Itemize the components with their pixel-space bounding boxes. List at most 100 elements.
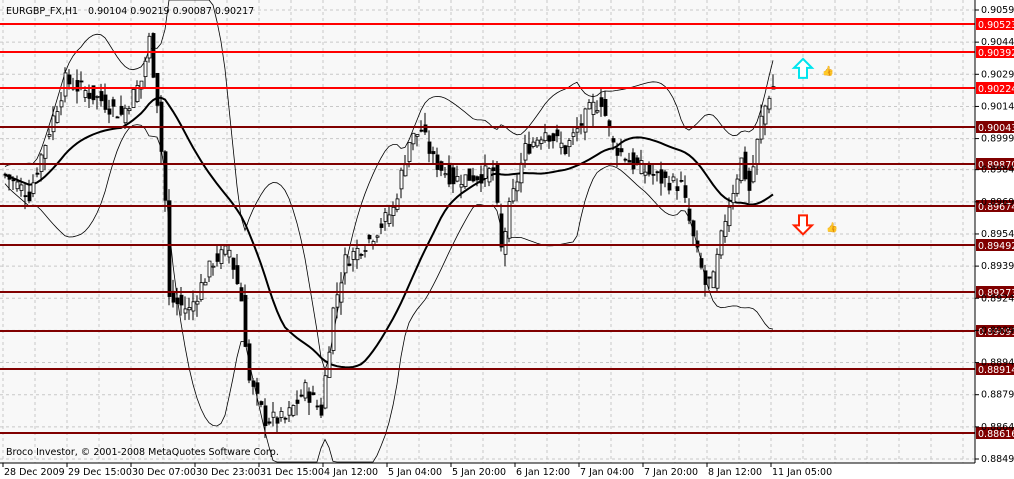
- candle: [335, 294, 340, 308]
- candle: [247, 343, 252, 381]
- candle: [735, 178, 740, 194]
- candle: [267, 421, 272, 424]
- candle: [707, 276, 712, 279]
- candle: [691, 220, 696, 237]
- time-tick-label: 7 Jan 04:00: [580, 467, 634, 478]
- time-tick-label: 4 Jan 12:00: [324, 467, 378, 478]
- candle: [99, 91, 104, 102]
- candle: [31, 182, 36, 194]
- candle: [667, 182, 672, 191]
- candle: [603, 99, 608, 116]
- candle: [231, 257, 236, 270]
- candle: [483, 165, 488, 179]
- candle: [259, 401, 264, 405]
- candle: [403, 164, 408, 177]
- candle: [227, 249, 232, 258]
- time-tick-label: 8 Jan 12:00: [708, 467, 762, 478]
- candle: [723, 221, 728, 237]
- candle: [531, 141, 536, 147]
- candle: [3, 173, 8, 176]
- candle: [659, 169, 664, 184]
- candle: [747, 170, 752, 191]
- candle: [683, 185, 688, 198]
- candle: [519, 162, 524, 184]
- candle: [503, 231, 508, 255]
- candle: [699, 258, 704, 268]
- candle: [543, 132, 548, 142]
- candle: [635, 157, 640, 165]
- candle: [591, 101, 596, 115]
- candle: [347, 263, 352, 266]
- candle: [551, 133, 556, 142]
- candle: [615, 147, 620, 156]
- candle: [539, 139, 544, 144]
- candle: [203, 281, 208, 286]
- candle: [47, 134, 52, 137]
- candle: [575, 128, 580, 133]
- time-tick-label: 28 Dec 2009: [4, 467, 65, 478]
- candle: [395, 198, 400, 210]
- candle: [327, 351, 332, 378]
- candle: [367, 234, 372, 240]
- candle: [251, 380, 256, 387]
- candle: [127, 108, 132, 112]
- price-tick-label: 0.89395: [981, 261, 1014, 272]
- candle: [579, 123, 584, 126]
- candle: [299, 394, 304, 397]
- candle: [111, 99, 116, 107]
- price-tick-label: 0.88795: [981, 390, 1014, 401]
- candle: [547, 135, 552, 142]
- candle: [107, 108, 112, 115]
- candle: [619, 148, 624, 153]
- candle: [671, 176, 676, 182]
- candle: [95, 96, 100, 98]
- candle: [399, 169, 404, 190]
- candle: [651, 173, 656, 176]
- candle: [115, 116, 120, 119]
- time-axis: 28 Dec 2009 29 Dec 15:00 30 Dec 07:00 30 De…: [2, 463, 832, 478]
- time-tick-label: 5 Jan 04:00: [388, 467, 442, 478]
- candle: [427, 141, 432, 154]
- candle: [527, 143, 532, 154]
- candle: [655, 171, 660, 174]
- candle: [459, 183, 464, 188]
- candle: [391, 206, 396, 216]
- candle: [263, 405, 268, 427]
- candle: [755, 138, 760, 164]
- candle: [323, 375, 328, 409]
- candle: [523, 143, 528, 161]
- candle: [631, 152, 636, 170]
- candle: [351, 250, 356, 260]
- candle: [727, 206, 732, 227]
- candle: [679, 180, 684, 182]
- candle: [167, 200, 172, 297]
- candle: [455, 176, 460, 182]
- candle: [51, 115, 56, 133]
- candle: [419, 129, 424, 132]
- candle: [731, 193, 736, 204]
- candle: [355, 247, 360, 261]
- candle: [11, 179, 16, 182]
- candle: [223, 245, 228, 255]
- level-price-label: 0.90523: [978, 20, 1014, 31]
- price-tick-label: 0.89245: [981, 293, 1014, 304]
- price-tick-label: 0.88645: [981, 422, 1014, 433]
- price-tick-label: 0.90590: [981, 5, 1014, 16]
- candle: [243, 295, 248, 347]
- candle: [767, 97, 772, 110]
- candle: [703, 270, 708, 285]
- candle: [103, 94, 108, 110]
- candle: [359, 254, 364, 256]
- candle: [487, 168, 492, 183]
- candle: [387, 214, 392, 224]
- candle: [739, 157, 744, 182]
- candle: [343, 254, 348, 274]
- candle: [271, 411, 276, 418]
- candle: [411, 132, 416, 145]
- time-tick-label: 7 Jan 20:00: [644, 467, 698, 478]
- candle: [599, 97, 604, 107]
- price-tick-label: 0.90290: [981, 69, 1014, 80]
- candle: [143, 60, 148, 78]
- candle: [563, 145, 568, 155]
- price-chart[interactable]: 0.905230.903920.902240.900430.898700.896…: [0, 0, 1014, 479]
